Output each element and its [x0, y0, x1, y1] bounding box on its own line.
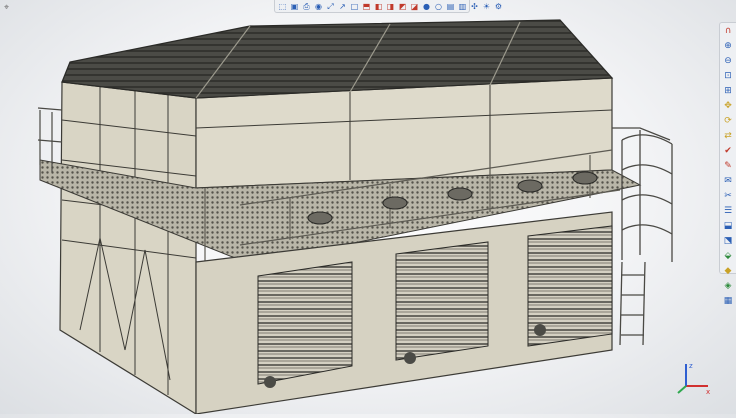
- note-icon[interactable]: ✉: [722, 175, 735, 188]
- view-front-icon[interactable]: ⬔: [722, 235, 735, 248]
- light-icon[interactable]: ☀: [481, 1, 492, 12]
- zoom-window-icon[interactable]: ⊡: [722, 70, 735, 83]
- walk-icon[interactable]: ⇄: [722, 130, 735, 143]
- color-icon[interactable]: ◆: [722, 265, 735, 278]
- measure-icon[interactable]: ↗: [337, 1, 348, 12]
- view-iso-icon[interactable]: ⬙: [722, 250, 735, 263]
- zoom-in-icon[interactable]: ⊕: [722, 40, 735, 53]
- rotate-icon[interactable]: ⟳: [722, 115, 735, 128]
- section-icon[interactable]: ⬒: [361, 1, 372, 12]
- pan-icon[interactable]: ✥: [722, 100, 735, 113]
- 3d-viewport[interactable]: ⌖ ⬚ ▣ ⎙ ◉ ⤢ ↗ □ ⬒ ◧ ◨ ◩ ◪ ● ○ ▤ ▥ ✣ ☀ ⚙ ∩ ⊕ ⊖ ⊡ ⊞ ✥ ⟳ ⇄ ✔ ✎ ✉ ✂ ☰ ⬓ ⬔ ⬙ ◆ ◈…: [0, 0, 736, 416]
- print-icon[interactable]: ⎙: [301, 1, 312, 12]
- top-toolbar: ⬚ ▣ ⎙ ◉ ⤢ ↗ □ ⬒ ◧ ◨ ◩ ◪ ● ○ ▤ ▥ ✣ ☀ ⚙: [274, 0, 502, 13]
- view-top-icon[interactable]: ⬓: [722, 220, 735, 233]
- axis-triad: x z: [677, 362, 710, 396]
- camera-icon[interactable]: ◉: [313, 1, 324, 12]
- save-view-icon[interactable]: ▣: [289, 1, 300, 12]
- material-icon[interactable]: ◈: [722, 280, 735, 293]
- view-cube-icon[interactable]: ⌖: [4, 3, 16, 15]
- fit-view-icon[interactable]: ⤢: [325, 1, 336, 12]
- axis-z-label: z: [689, 362, 693, 370]
- right-toolbar: ∩ ⊕ ⊖ ⊡ ⊞ ✥ ⟳ ⇄ ✔ ✎ ✉ ✂ ☰ ⬓ ⬔ ⬙ ◆ ◈ ▦: [719, 22, 736, 306]
- check-icon[interactable]: ✔: [722, 145, 735, 158]
- show-icon[interactable]: ▥: [457, 1, 468, 12]
- magnet-icon[interactable]: ∩: [722, 25, 735, 38]
- cube-right-icon[interactable]: ◩: [397, 1, 408, 12]
- layers-icon[interactable]: ☰: [722, 205, 735, 218]
- cooling-tower-model: [37, 19, 673, 416]
- box-icon[interactable]: □: [349, 1, 360, 12]
- select-icon[interactable]: ⬚: [277, 1, 288, 12]
- axis-x-label: x: [706, 388, 710, 396]
- hide-icon[interactable]: ▤: [445, 1, 456, 12]
- zoom-fit-icon[interactable]: ⊞: [722, 85, 735, 98]
- render-wire-icon[interactable]: ○: [433, 1, 444, 12]
- cut-icon[interactable]: ✂: [722, 190, 735, 203]
- zoom-out-icon[interactable]: ⊖: [722, 55, 735, 68]
- cube-front-icon[interactable]: ◧: [373, 1, 384, 12]
- cube-iso-icon[interactable]: ◪: [409, 1, 420, 12]
- pen-icon[interactable]: ✎: [722, 160, 735, 173]
- render-shaded-icon[interactable]: ●: [421, 1, 432, 12]
- explode-icon[interactable]: ✣: [469, 1, 480, 12]
- cube-top-icon[interactable]: ◨: [385, 1, 396, 12]
- properties-icon[interactable]: ▦: [722, 295, 735, 308]
- settings-icon[interactable]: ⚙: [493, 1, 504, 12]
